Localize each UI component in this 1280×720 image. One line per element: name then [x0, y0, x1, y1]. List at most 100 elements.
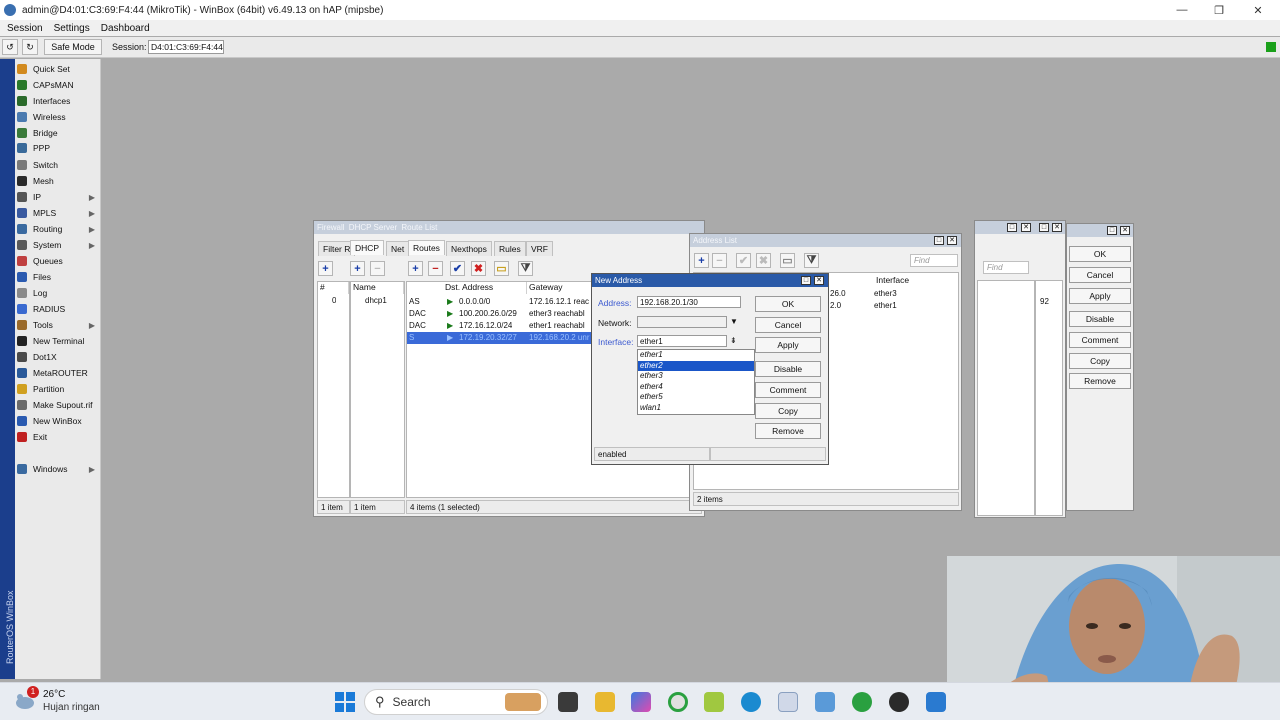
interface-dialog-maximize[interactable]: □ [1107, 226, 1117, 235]
tab-networks[interactable]: Net [386, 241, 410, 256]
dialog-copy-button[interactable]: Copy [755, 403, 821, 419]
interface-option-ether5[interactable]: ether5 [638, 392, 754, 403]
tab-dhcp[interactable]: DHCP [350, 240, 385, 255]
interface-disable-button[interactable]: Disable [1069, 311, 1131, 327]
redo-button[interactable]: ↻ [22, 39, 38, 55]
add-dhcp-button[interactable]: + [350, 261, 365, 276]
sidebar-item-queues[interactable]: Queues [17, 253, 99, 269]
interface-dialog-close[interactable]: ✕ [1120, 226, 1130, 235]
address-enable-button[interactable]: ✔ [736, 253, 751, 268]
remove-route-button[interactable]: − [428, 261, 443, 276]
address-remove-button[interactable]: − [712, 253, 727, 268]
bg2-close[interactable]: ✕ [1052, 223, 1062, 232]
sidebar-item-system[interactable]: System ▶ [17, 237, 99, 253]
sidebar-item-windows[interactable]: Windows ▶ [17, 461, 99, 477]
disable-route-button[interactable]: ✖ [471, 261, 486, 276]
dialog-disable-button[interactable]: Disable [755, 361, 821, 377]
interface-option-ether1[interactable]: ether1 [638, 350, 754, 361]
dhcp-row-name[interactable]: dhcp1 [365, 296, 387, 305]
filter-route-button[interactable]: ⧩ [518, 261, 533, 276]
tab-routes[interactable]: Routes [408, 240, 445, 255]
sidebar-item-mesh[interactable]: Mesh [17, 173, 99, 189]
undo-button[interactable]: ↺ [2, 39, 18, 55]
minimize-button[interactable]: — [1162, 0, 1202, 20]
menu-dashboard[interactable]: Dashboard [101, 23, 150, 34]
sidebar-item-radius[interactable]: RADIUS [17, 301, 99, 317]
chrome-profile-icon[interactable] [852, 692, 872, 712]
address-row-1-addr[interactable]: 26.0 [830, 289, 846, 298]
dialog-close[interactable]: ✕ [814, 276, 824, 285]
address-add-button[interactable]: + [694, 253, 709, 268]
sidebar-item-wireless[interactable]: Wireless [17, 109, 99, 125]
sidebar-item-make-supout-rif[interactable]: Make Supout.rif [17, 397, 99, 413]
address-row-2-iface[interactable]: ether1 [874, 301, 897, 310]
obs-icon[interactable] [889, 692, 909, 712]
address-filter-button[interactable]: ⧩ [804, 253, 819, 268]
sidebar-item-mpls[interactable]: MPLS ▶ [17, 205, 99, 221]
address-input[interactable]: 192.168.20.1/30 [637, 296, 741, 308]
bg-value[interactable]: 92 [1040, 297, 1049, 306]
sidebar-item-tools[interactable]: Tools ▶ [17, 317, 99, 333]
address-row-2-addr[interactable]: 2.0 [830, 301, 841, 310]
remove-dhcp-button[interactable]: − [370, 261, 385, 276]
interface-option-ether2[interactable]: ether2 [638, 360, 754, 371]
address-list-maximize[interactable]: □ [934, 236, 944, 245]
dialog-cancel-button[interactable]: Cancel [755, 317, 821, 333]
file-explorer-icon[interactable] [595, 692, 615, 712]
dialog-maximize[interactable]: □ [801, 276, 811, 285]
dialog-remove-button[interactable]: Remove [755, 423, 821, 439]
interface-option-ether3[interactable]: ether3 [638, 371, 754, 382]
enable-route-button[interactable]: ✔ [450, 261, 465, 276]
address-row-1-iface[interactable]: ether3 [874, 289, 897, 298]
sidebar-item-new-winbox[interactable]: New WinBox [17, 413, 99, 429]
sidebar-item-ppp[interactable]: PPP [17, 140, 99, 156]
maps-app-icon[interactable] [704, 692, 724, 712]
interface-cancel-button[interactable]: Cancel [1069, 267, 1131, 283]
sidebar-item-partition[interactable]: Partition [17, 381, 99, 397]
add-route-button[interactable]: + [408, 261, 423, 276]
sidebar-item-exit[interactable]: Exit [17, 429, 99, 445]
sidebar-item-dot1x[interactable]: Dot1X [17, 349, 99, 365]
tab-nexthops[interactable]: Nexthops [446, 241, 492, 256]
sidebar-item-interfaces[interactable]: Interfaces [17, 93, 99, 109]
bg1-maximize[interactable]: □ [1007, 223, 1017, 232]
interface-comment-button[interactable]: Comment [1069, 332, 1131, 348]
winbox-taskbar-icon[interactable] [778, 692, 798, 712]
start-icon[interactable] [335, 692, 355, 712]
interface-option-wlan1[interactable]: wlan1 [638, 403, 754, 414]
sidebar-item-metarouter[interactable]: MetaROUTER [17, 365, 99, 381]
interface-option-ether4[interactable]: ether4 [638, 382, 754, 393]
address-find-input[interactable]: Find [910, 254, 958, 267]
bg1-close[interactable]: ✕ [1021, 223, 1031, 232]
sidebar-item-quick-set[interactable]: Quick Set [17, 61, 99, 77]
taskbar-search[interactable]: ⚲ Search [364, 689, 548, 715]
interface-dropdown-icon[interactable]: ⇟ [730, 336, 737, 345]
sidebar-item-bridge[interactable]: Bridge [17, 125, 99, 141]
task-view-icon[interactable] [558, 692, 578, 712]
menu-settings[interactable]: Settings [54, 23, 90, 34]
sidebar-item-routing[interactable]: Routing ▶ [17, 221, 99, 237]
interface-apply-button[interactable]: Apply [1069, 288, 1131, 304]
sidebar-item-files[interactable]: Files [17, 269, 99, 285]
network-dropdown-icon[interactable]: ▼ [730, 317, 738, 326]
app-icon[interactable] [926, 692, 946, 712]
edge-icon[interactable] [741, 692, 761, 712]
tab-vrf[interactable]: VRF [526, 241, 553, 256]
dialog-apply-button[interactable]: Apply [755, 337, 821, 353]
bg2-maximize[interactable]: □ [1039, 223, 1049, 232]
interface-copy-button[interactable]: Copy [1069, 353, 1131, 369]
interface-remove-button[interactable]: Remove [1069, 373, 1131, 389]
sidebar-item-new-terminal[interactable]: New Terminal [17, 333, 99, 349]
address-disable-button[interactable]: ✖ [756, 253, 771, 268]
sidebar-item-capsman[interactable]: CAPsMAN [17, 77, 99, 93]
sidebar-item-ip[interactable]: IP ▶ [17, 189, 99, 205]
safe-mode-button[interactable]: Safe Mode [44, 39, 102, 55]
sidebar-item-log[interactable]: Log [17, 285, 99, 301]
copilot-icon[interactable] [631, 692, 651, 712]
comment-route-button[interactable]: ▭ [494, 261, 509, 276]
dialog-comment-button[interactable]: Comment [755, 382, 821, 398]
close-button[interactable]: ✕ [1238, 0, 1278, 20]
control-panel-icon[interactable] [815, 692, 835, 712]
menu-session[interactable]: Session [7, 23, 43, 34]
session-field[interactable]: D4:01:C3:69:F4:44 [148, 40, 224, 54]
